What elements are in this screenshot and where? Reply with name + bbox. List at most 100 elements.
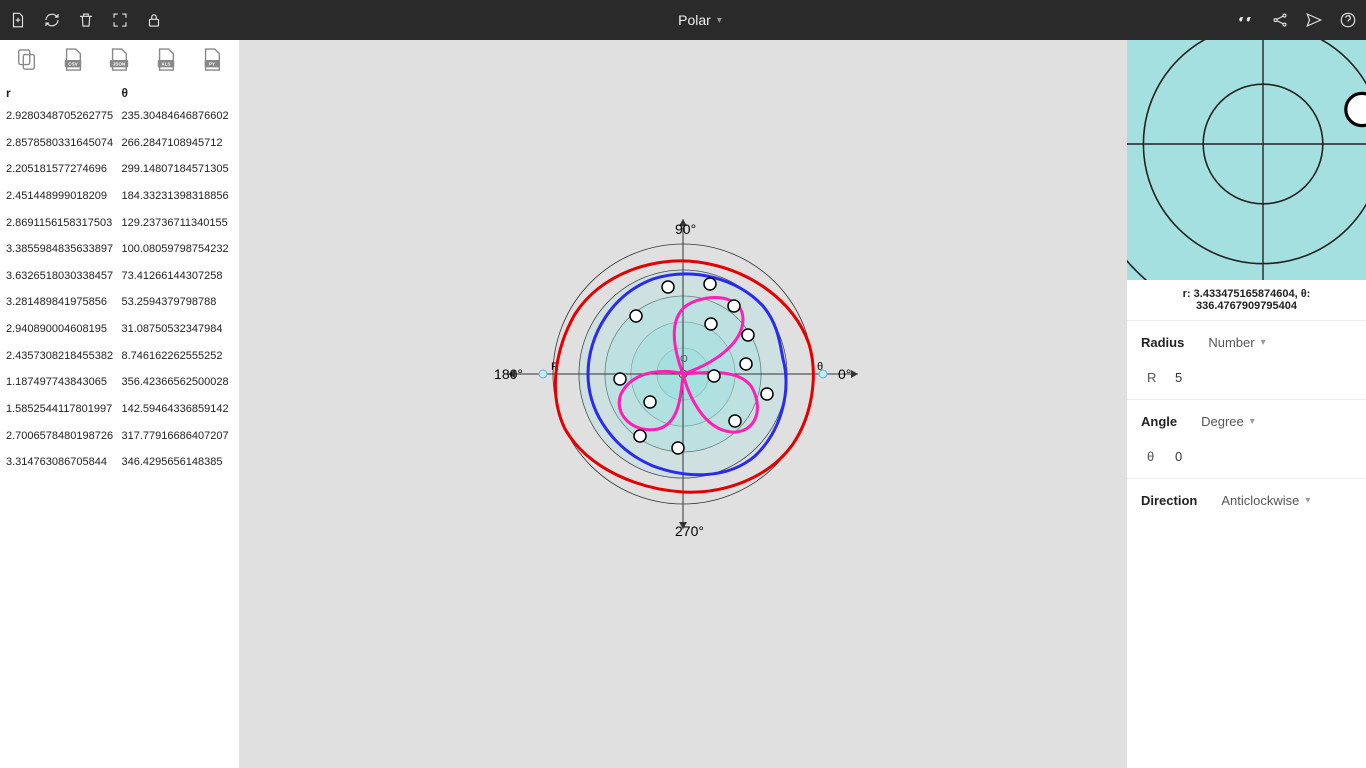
svg-text:O: O [680, 354, 688, 365]
angle-90: 90° [675, 221, 696, 237]
fullscreen-icon[interactable] [110, 10, 130, 30]
lock-icon[interactable] [144, 10, 164, 30]
table-row[interactable]: 2.7006578480198726317.77916686407207 [0, 426, 239, 453]
table-row[interactable]: 3.632651803033845773.41266144307258 [0, 266, 239, 293]
cell-r: 2.451448999018209 [4, 190, 120, 203]
radius-group: Radius Number ▾ R 5 [1127, 320, 1366, 399]
json-icon[interactable]: JSON [107, 46, 131, 74]
page-title: Polar [678, 12, 711, 28]
angle-label: Angle [1141, 414, 1177, 429]
top-toolbar: Polar ▾ [0, 0, 1366, 40]
main-area: CSV JSON XLS PY r θ 2.928034870526277523… [0, 40, 1366, 768]
angle-symbol: θ [1147, 449, 1161, 464]
toolbar-left-group [8, 10, 164, 30]
cell-theta: 266.2847108945712 [120, 137, 236, 150]
axis-theta-label: θ [817, 361, 823, 373]
quote-icon[interactable] [1236, 10, 1256, 30]
cell-r: 2.7006578480198726 [4, 430, 120, 443]
new-file-icon[interactable] [8, 10, 28, 30]
angle-180: 180° [494, 366, 523, 382]
angle-group: Angle Degree ▾ θ 0 [1127, 399, 1366, 478]
cell-theta: 299.14807184571305 [120, 163, 236, 176]
angle-type-dropdown[interactable]: Degree ▾ [1201, 414, 1255, 429]
send-icon[interactable] [1304, 10, 1324, 30]
svg-text:PY: PY [209, 62, 215, 67]
table-row[interactable]: 2.8578580331645074266.2847108945712 [0, 133, 239, 160]
cell-r: 1.187497743843065 [4, 376, 120, 389]
data-table-body: 2.9280348705262775235.304846468766022.85… [0, 106, 239, 479]
data-panel: CSV JSON XLS PY r θ 2.928034870526277523… [0, 40, 240, 768]
radius-type-value: Number [1208, 335, 1254, 350]
header-theta: θ [120, 86, 236, 100]
canvas[interactable]: 0° 90° 180° 270° R θ O [240, 40, 1126, 768]
xls-icon[interactable]: XLS [154, 46, 178, 74]
radius-symbol: R [1147, 370, 1161, 385]
cell-r: 2.8578580331645074 [4, 137, 120, 150]
cell-theta: 356.42366562500028 [120, 376, 236, 389]
cell-r: 2.205181577274696 [4, 163, 120, 176]
direction-dropdown[interactable]: Anticlockwise ▾ [1221, 493, 1310, 508]
cell-r: 2.9280348705262775 [4, 110, 120, 123]
table-row[interactable]: 3.314763086705844346.4295656148385 [0, 452, 239, 479]
table-row[interactable]: 3.28148984197585653.2594379798788 [0, 292, 239, 319]
cell-theta: 129.23736711340155 [120, 217, 236, 230]
cell-r: 3.6326518030338457 [4, 270, 120, 283]
chevron-down-icon: ▾ [717, 15, 722, 26]
angle-type-value: Degree [1201, 414, 1244, 429]
cell-theta: 184.33231398318856 [120, 190, 236, 203]
direction-value: Anticlockwise [1221, 493, 1299, 508]
refresh-icon[interactable] [42, 10, 62, 30]
angle-270: 270° [675, 523, 704, 539]
cell-theta: 73.41266144307258 [120, 270, 236, 283]
table-row[interactable]: 2.451448999018209184.33231398318856 [0, 186, 239, 213]
svg-text:XLS: XLS [161, 62, 170, 67]
header-r: r [4, 86, 120, 100]
table-row[interactable]: 2.43573082184553828.746162262555252 [0, 346, 239, 373]
chevron-down-icon: ▾ [1261, 337, 1266, 348]
table-row[interactable]: 2.205181577274696299.14807184571305 [0, 159, 239, 186]
radius-type-dropdown[interactable]: Number ▾ [1208, 335, 1265, 350]
cell-r: 1.5852544117801997 [4, 403, 120, 416]
toolbar-center: Polar ▾ [164, 12, 1236, 28]
angle-input-row[interactable]: θ 0 [1141, 449, 1352, 464]
cell-theta: 235.30484646876602 [120, 110, 236, 123]
help-icon[interactable] [1338, 10, 1358, 30]
toolbar-right-group [1236, 10, 1358, 30]
cell-theta: 31.08750532347984 [120, 323, 236, 336]
cell-theta: 100.08059798754232 [120, 243, 236, 256]
export-row: CSV JSON XLS PY [0, 40, 239, 80]
preview-caption: r: 3.433475165874604, θ: 336.47679097954… [1127, 280, 1366, 320]
csv-icon[interactable]: CSV [61, 46, 85, 74]
copy-icon[interactable] [15, 46, 39, 74]
cell-theta: 317.77916686407207 [120, 430, 236, 443]
angle-value: 0 [1175, 449, 1182, 464]
cell-theta: 346.4295656148385 [120, 456, 236, 469]
trash-icon[interactable] [76, 10, 96, 30]
radius-value: 5 [1175, 370, 1182, 385]
table-row[interactable]: 1.187497743843065356.42366562500028 [0, 372, 239, 399]
caption-r-label: r: [1183, 288, 1191, 300]
chevron-down-icon: ▾ [1305, 495, 1310, 506]
angle-0: 0° [838, 366, 851, 382]
properties-panel: r: 3.433475165874604, θ: 336.47679097954… [1126, 40, 1366, 768]
table-row[interactable]: 2.8691156158317503129.23736711340155 [0, 213, 239, 240]
table-row[interactable]: 2.9280348705262775235.30484646876602 [0, 106, 239, 133]
direction-group: Direction Anticlockwise ▾ [1127, 478, 1366, 522]
caption-t-value: 336.4767909795404 [1196, 300, 1297, 312]
cell-r: 2.8691156158317503 [4, 217, 120, 230]
share-icon[interactable] [1270, 10, 1290, 30]
table-row[interactable]: 3.3855984835633897100.08059798754232 [0, 239, 239, 266]
title-dropdown[interactable]: Polar ▾ [678, 12, 722, 28]
cell-theta: 142.59464336859142 [120, 403, 236, 416]
table-row[interactable]: 2.94089000460819531.08750532347984 [0, 319, 239, 346]
direction-label: Direction [1141, 493, 1197, 508]
caption-r-value: 3.433475165874604, [1194, 288, 1298, 300]
table-row[interactable]: 1.5852544117801997142.59464336859142 [0, 399, 239, 426]
py-icon[interactable]: PY [200, 46, 224, 74]
cell-r: 3.314763086705844 [4, 456, 120, 469]
radius-input-row[interactable]: R 5 [1141, 370, 1352, 385]
cell-theta: 53.2594379798788 [120, 296, 236, 309]
cell-r: 2.4357308218455382 [4, 350, 120, 363]
chevron-down-icon: ▾ [1250, 416, 1255, 427]
preview-thumbnail[interactable] [1127, 40, 1366, 280]
